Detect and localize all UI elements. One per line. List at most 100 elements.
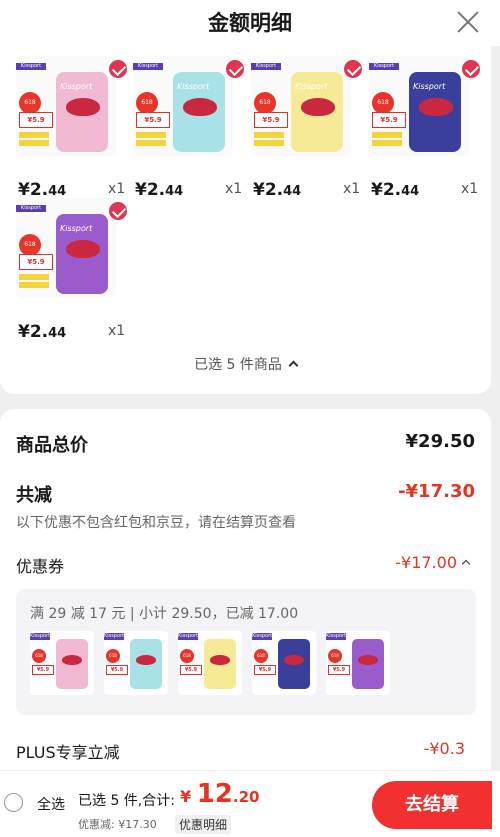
check-icon[interactable] [342,58,364,80]
promo-badge: 618 [254,649,268,663]
brand-tag: Kissport [104,633,125,640]
selected-items-toggle[interactable]: 已选 5 件商品 [0,354,491,374]
product-image[interactable]: Kissport Kissport 618 ¥5.9 [133,56,233,156]
brand-tag: Kissport [30,633,51,640]
page-title: 金额明细 [208,11,292,35]
product-item[interactable]: Kissport Kissport 618 ¥5.9 ¥2.44 x1 [16,198,129,342]
item-price-main: ¥2. [18,180,49,200]
products-card: Kissport Kissport 618 ¥5.9 ¥2.44 x1 Kissport Ki… [0,46,491,394]
product-tin [56,639,88,689]
check-icon[interactable] [107,58,129,80]
product-item[interactable]: Kissport Kissport 618 ¥5.9 ¥2.44 x1 [133,56,246,200]
promo-strip [254,140,284,146]
item-price-decimal: 44 [165,184,184,199]
promo-badge: 618 [254,92,276,114]
product-image[interactable]: Kissport Kissport 618 ¥5.9 [251,56,351,156]
item-price: ¥2.44 [18,322,66,342]
brand-text: Kissport [60,82,93,91]
discount-label: 共减 [16,485,52,506]
price-sticker: ¥5.9 [254,665,276,675]
check-icon[interactable] [224,58,246,80]
check-icon[interactable] [107,200,129,222]
price-sticker: ¥5.9 [32,665,54,675]
product-tin [278,639,310,689]
product-tin: Kissport [56,214,108,294]
product-image[interactable]: Kissport Kissport 618 ¥5.9 [16,56,116,156]
promo-badge: 618 [180,649,194,663]
product-tin: Kissport [173,72,225,152]
item-price-decimal: 44 [48,184,67,199]
selected-count: 已选 5 件,合计: [78,793,175,809]
promo-strip [19,132,49,138]
product-item[interactable]: Kissport Kissport 618 ¥5.9 ¥2.44 x1 [16,56,129,200]
promo-strip [19,282,49,288]
saved-amount: 优惠减: ¥17.30 [78,818,157,831]
brand-text: Kissport [177,82,210,91]
price-sticker: ¥5.9 [106,665,128,675]
item-price-main: ¥2. [135,180,166,200]
item-qty: x1 [343,181,361,197]
item-qty: x1 [225,181,243,197]
coupon-product-thumb: Kissport 618 ¥5.9 [104,631,168,695]
item-price: ¥2.44 [253,180,301,200]
brand-tag: Kissport [251,63,281,70]
item-price: ¥2.44 [371,180,419,200]
discount-value: -¥17.30 [398,481,475,502]
brand-tag: Kissport [133,63,163,70]
price-sticker: ¥5.9 [180,665,202,675]
brand-tag: Kissport [252,633,273,640]
brand-tag: Kissport [326,633,347,640]
coupon-info: 满 29 减 17 元 | 小计 29.50，已减 17.00 [30,606,299,622]
promo-badge: 618 [32,649,46,663]
item-price-decimal: 44 [401,184,420,199]
coupon-detail-box: 满 29 减 17 元 | 小计 29.50，已减 17.00 Kissport… [16,589,476,715]
product-image[interactable]: Kissport Kissport 618 ¥5.9 [16,198,116,298]
check-icon[interactable] [460,58,482,80]
lips-graphic [136,655,156,665]
checkout-bar: 全选 已选 5 件,合计: ¥ 12.20 优惠减: ¥17.30 优惠明细 去… [0,770,500,837]
item-price-decimal: 44 [283,184,302,199]
total-dec: .20 [232,788,260,806]
price-sticker: ¥5.9 [254,112,288,128]
chevron-up-icon[interactable] [461,559,471,569]
plus-discount-value: -¥0.3 [423,739,465,758]
discount-note: 以下优惠不包含红包和京豆，请在结算页查看 [16,515,296,531]
close-icon[interactable] [456,10,480,34]
brand-tag: Kissport [369,63,399,70]
product-tin [352,639,384,689]
total-currency: ¥ [180,787,192,806]
price-sticker: ¥5.9 [328,665,350,675]
checkout-button[interactable]: 去结算 [372,781,492,829]
item-qty: x1 [108,181,126,197]
item-qty: x1 [108,323,126,339]
product-item[interactable]: Kissport Kissport 618 ¥5.9 ¥2.44 x1 [251,56,364,200]
lips-graphic [183,98,217,116]
select-all-label[interactable]: 全选 [37,794,65,814]
lips-graphic [66,240,100,258]
lips-graphic [358,655,378,665]
coupon-value[interactable]: -¥17.00 [395,553,457,572]
product-tin: Kissport [291,72,343,152]
price-sticker: ¥5.9 [372,112,406,128]
product-tin: Kissport [56,72,108,152]
discount-detail-button[interactable]: 优惠明细 [175,815,232,834]
product-item[interactable]: Kissport Kissport 618 ¥5.9 ¥2.44 x1 [369,56,482,200]
selected-items-label: 已选 5 件商品 [194,357,282,373]
coupon-label[interactable]: 优惠券 [16,553,64,577]
lips-graphic [301,98,335,116]
promo-badge: 618 [106,649,120,663]
promo-strip [19,274,49,280]
total-value: ¥29.50 [405,431,475,452]
chevron-up-icon [288,360,299,371]
header: 金额明细 [0,0,500,46]
brand-text: Kissport [295,82,328,91]
promo-badge: 618 [136,92,158,114]
promo-strip [372,140,402,146]
brand-tag: Kissport [16,63,46,70]
promo-badge: 618 [19,92,41,114]
select-all-radio[interactable] [4,793,23,812]
brand-text: Kissport [413,82,446,91]
item-price: ¥2.44 [18,180,66,200]
plus-discount-label: PLUS专享立减 [16,743,120,762]
product-image[interactable]: Kissport Kissport 618 ¥5.9 [369,56,469,156]
